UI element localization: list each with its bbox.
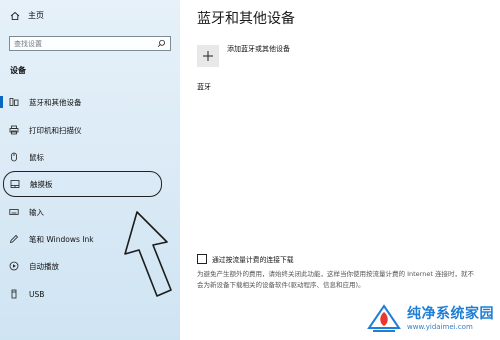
metered-download-label[interactable]: 通过按流量计费的连接下载: [212, 254, 294, 264]
watermark-logo: [367, 304, 401, 332]
sidebar-item-label: 触摸板: [30, 179, 53, 189]
sidebar-item-label: 输入: [29, 207, 44, 217]
watermark-name: 纯净系统家园: [407, 306, 494, 322]
usb-icon: [11, 289, 17, 299]
keyboard-icon: [9, 209, 19, 215]
metered-download-checkbox[interactable]: [197, 254, 207, 264]
sidebar-item-label: 打印机和扫描仪: [29, 125, 82, 135]
search-input[interactable]: 查找设置: [9, 36, 171, 51]
pointer-arrow-annotation: [124, 211, 172, 297]
site-watermark: 纯净系统家园 www.yidaimei.com: [367, 304, 494, 334]
main-panel: 蓝牙和其他设备 添加蓝牙或其他设备 蓝牙 通过按流量计费的连接下载 为避免产生额…: [180, 0, 500, 340]
sidebar-item-label: 鼠标: [29, 152, 44, 162]
touchpad-icon: [10, 180, 20, 188]
home-icon: [10, 11, 20, 20]
autoplay-icon: [9, 261, 19, 271]
bluetooth-label: 蓝牙: [197, 83, 211, 91]
metered-description: 为避免产生额外的费用，请始终关闭此功能，这样当你使用按流量计费的 Interne…: [197, 270, 474, 289]
sidebar-item-label: USB: [29, 289, 45, 299]
pen-icon: [9, 234, 19, 244]
watermark-url: www.yidaimei.com: [407, 323, 473, 331]
add-device-label[interactable]: 添加蓝牙或其他设备: [227, 44, 290, 54]
home-link[interactable]: 主页: [10, 10, 44, 21]
search-placeholder: 查找设置: [14, 39, 42, 48]
page-title: 蓝牙和其他设备: [197, 11, 295, 27]
active-indicator: [0, 96, 3, 108]
add-device-button[interactable]: [197, 45, 219, 67]
settings-sidebar: 主页 查找设置 设备 蓝牙和其他设备 打印机和扫描仪 鼠标 触摸板 输入 笔和 …: [0, 0, 180, 340]
sidebar-item-mouse[interactable]: 鼠标: [0, 147, 180, 167]
sidebar-item-label: 蓝牙和其他设备: [29, 97, 82, 107]
plus-icon: [203, 51, 213, 61]
search-icon[interactable]: [157, 39, 166, 48]
sidebar-item-touchpad[interactable]: 触摸板: [3, 171, 162, 197]
bluetooth-devices-icon: [9, 98, 19, 106]
home-label: 主页: [28, 11, 44, 20]
section-title: 设备: [10, 66, 26, 75]
printer-icon: [9, 125, 19, 135]
sidebar-item-label: 笔和 Windows Ink: [29, 234, 94, 244]
sidebar-item-bluetooth[interactable]: 蓝牙和其他设备: [0, 92, 180, 112]
sidebar-item-printers[interactable]: 打印机和扫描仪: [0, 120, 180, 140]
sidebar-item-label: 自动播放: [29, 261, 59, 271]
mouse-icon: [11, 152, 17, 162]
